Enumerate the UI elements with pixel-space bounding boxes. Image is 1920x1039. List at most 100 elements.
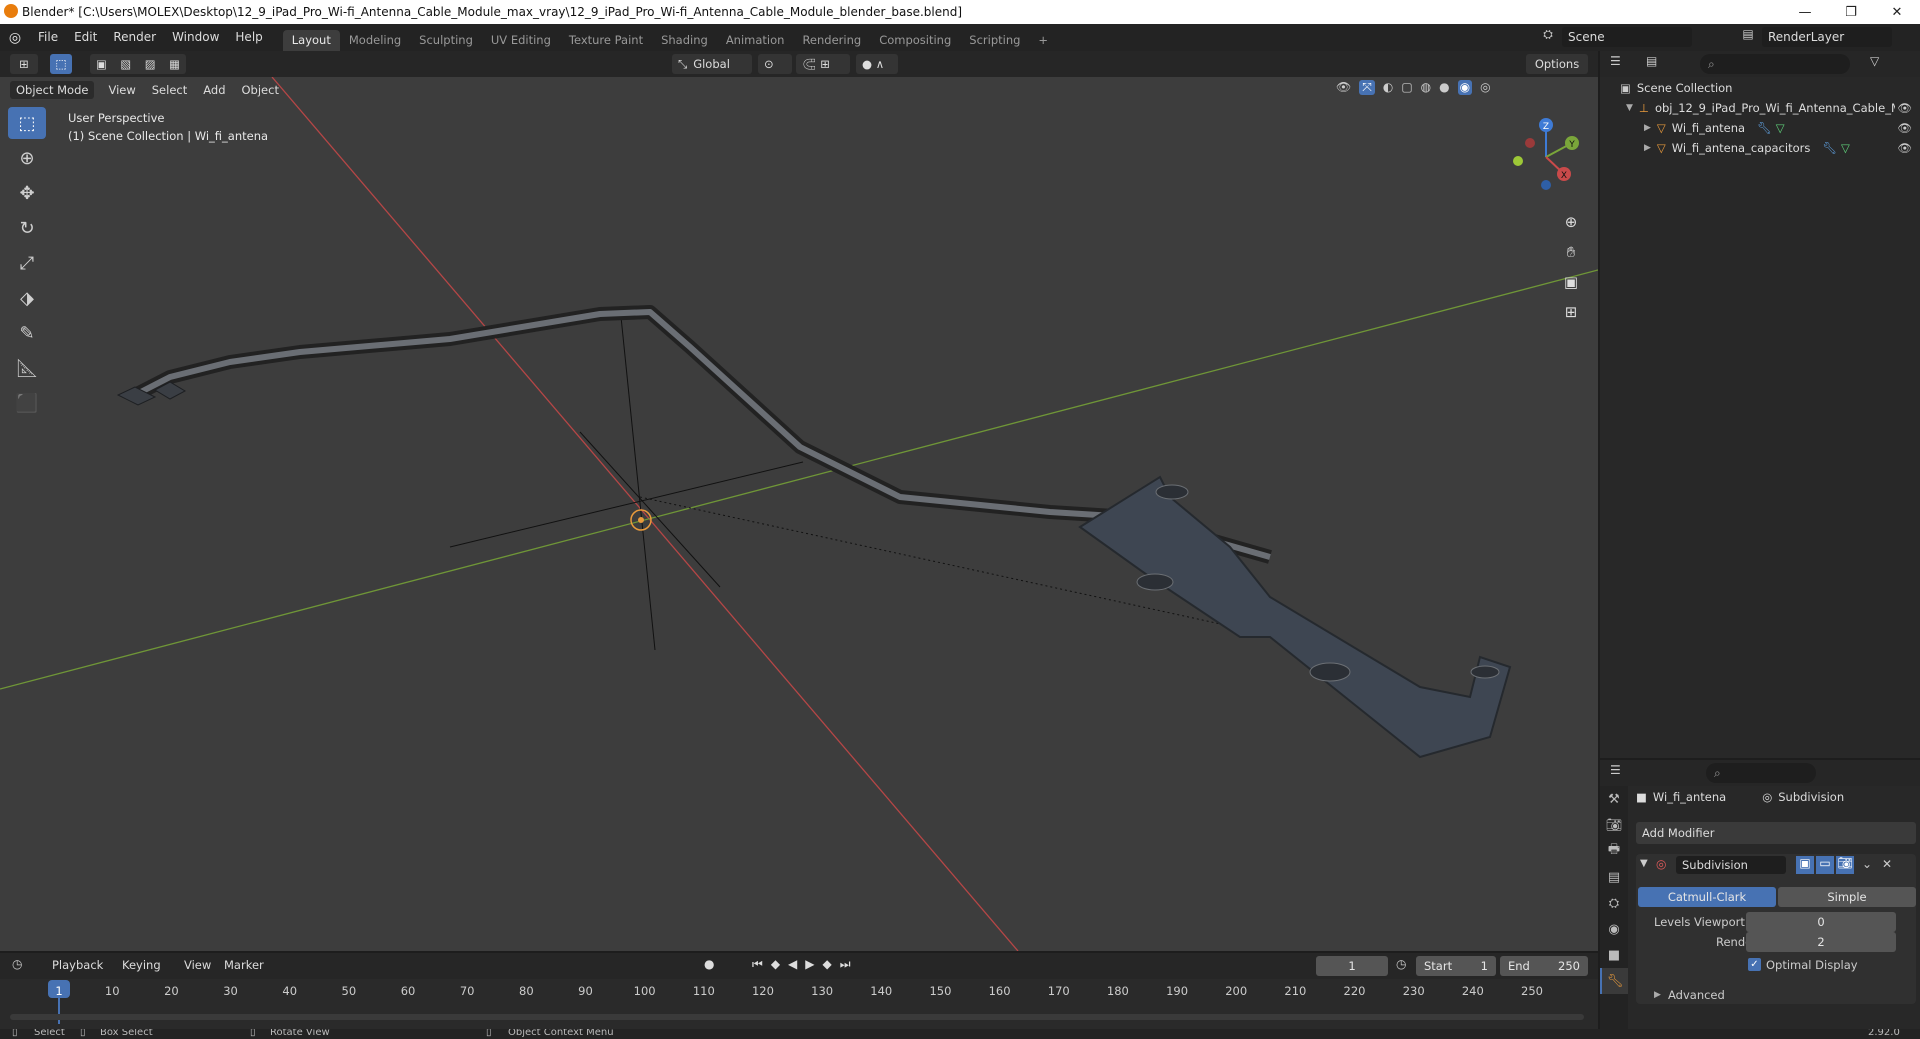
viewport-menu-object[interactable]: Object <box>242 83 279 97</box>
scene-tab-icon[interactable]: ⛭ <box>1600 890 1628 916</box>
display-mode-icon[interactable]: ▤ <box>1646 54 1657 68</box>
outliner-search-input[interactable]: ⌕ <box>1700 54 1850 74</box>
world-tab-icon[interactable]: ◉ <box>1600 916 1628 942</box>
tab-scripting[interactable]: Scripting <box>960 30 1029 51</box>
add-modifier-dropdown[interactable]: Add Modifier <box>1636 822 1916 844</box>
overlay-toggle-icon[interactable]: ◐ <box>1383 80 1393 95</box>
modifier-menu-icon[interactable]: ⌄ <box>1862 857 1872 871</box>
eye-icon[interactable]: 👁︎ <box>1897 121 1912 135</box>
add-cube-icon[interactable]: ⬛ <box>8 387 46 419</box>
current-frame-field[interactable]: 1 <box>1316 956 1388 976</box>
outliner-row-object[interactable]: ▶ ▽ Wi_fi_antena 🔧︎ ▽ 👁︎ <box>1600 118 1920 138</box>
minimize-button[interactable]: — <box>1782 0 1828 24</box>
clock-icon[interactable]: ◷ <box>1396 957 1406 971</box>
render-toggle-icon[interactable]: 📷︎ <box>1836 856 1854 874</box>
wireframe-shading-icon[interactable]: ◍ <box>1421 80 1431 95</box>
measure-icon[interactable]: 📐︎ <box>8 352 46 384</box>
modifier-tab-icon[interactable]: 🔧︎ <box>1600 968 1628 994</box>
menu-edit[interactable]: Edit <box>66 24 105 51</box>
jump-end-icon[interactable]: ⏭ <box>840 957 851 972</box>
material-shading-icon[interactable]: ◉ <box>1457 80 1473 95</box>
optimal-display-checkbox[interactable]: ✓ <box>1748 958 1761 971</box>
proportional-edit-toggle[interactable]: ● ∧ <box>856 54 898 74</box>
tab-shading[interactable]: Shading <box>652 30 717 51</box>
outliner-editor-icon[interactable]: ☰ <box>1610 54 1621 68</box>
object-mode-dropdown[interactable]: Object Mode <box>10 81 95 99</box>
timeline-menu-playback[interactable]: Playback <box>52 958 103 972</box>
editmode-toggle-icon[interactable]: ▣ <box>1796 856 1814 874</box>
end-frame-field[interactable]: End 250 <box>1500 956 1588 976</box>
blender-menu-icon[interactable]: ◎ <box>0 30 30 46</box>
play-reverse-icon[interactable]: ◀ <box>788 957 797 972</box>
catmull-clark-button[interactable]: Catmull-Clark <box>1638 887 1776 907</box>
viewport-menu-add[interactable]: Add <box>203 83 225 97</box>
levels-viewport-field[interactable]: 0 <box>1746 912 1896 932</box>
close-window-button[interactable]: ✕ <box>1874 0 1920 24</box>
tab-layout[interactable]: Layout <box>282 30 340 51</box>
editor-type-icon[interactable]: ⊞ <box>10 54 38 74</box>
menu-help[interactable]: Help <box>227 24 270 51</box>
expand-arrow-icon[interactable]: ▼ <box>1626 103 1633 113</box>
properties-search-input[interactable]: ⌕ <box>1706 763 1816 783</box>
scene-selector[interactable]: Scene <box>1562 27 1692 47</box>
rendered-shading-icon[interactable]: ◎ <box>1480 80 1490 95</box>
eye-icon[interactable]: 👁︎ <box>1897 141 1912 155</box>
timeline-menu-marker[interactable]: Marker <box>224 958 264 972</box>
tab-modeling[interactable]: Modeling <box>340 30 410 51</box>
pivot-dropdown[interactable]: ⊙ <box>758 54 792 74</box>
select-mode-icon[interactable]: ⬚ <box>50 54 72 74</box>
add-workspace-button[interactable]: + <box>1029 30 1057 51</box>
transform-icon[interactable]: ⬗ <box>8 282 46 314</box>
start-frame-field[interactable]: Start 1 <box>1416 956 1496 976</box>
options-dropdown[interactable]: Options <box>1526 54 1588 74</box>
select-box-icon[interactable]: ⬚ <box>8 107 46 139</box>
viewport-menu-view[interactable]: View <box>108 83 135 97</box>
record-icon[interactable]: ● <box>704 957 714 971</box>
menu-window[interactable]: Window <box>164 24 227 51</box>
advanced-expand-arrow-icon[interactable]: ▶ <box>1654 990 1661 1000</box>
renderlayer-selector[interactable]: RenderLayer <box>1762 27 1892 47</box>
orientation-dropdown[interactable]: ⤡ Global <box>672 54 752 74</box>
timeline-menu-keying[interactable]: Keying <box>122 958 161 972</box>
menu-file[interactable]: File <box>30 24 66 51</box>
selection-mode-group[interactable]: ▣ ▧ ▨ ▦ <box>90 54 186 74</box>
filter-icon[interactable]: ▽ <box>1870 54 1879 68</box>
navigation-gizmo[interactable]: Z Y X <box>1506 117 1586 197</box>
tab-uv-editing[interactable]: UV Editing <box>482 30 560 51</box>
view-layer-tab-icon[interactable]: ▤ <box>1600 864 1628 890</box>
rotate-icon[interactable]: ↻ <box>8 212 46 244</box>
tab-animation[interactable]: Animation <box>717 30 794 51</box>
3d-viewport[interactable]: User Perspective (1) Scene Collection | … <box>0 77 1598 951</box>
timeline-menu-view[interactable]: View <box>184 958 211 972</box>
camera-icon[interactable]: ▣ <box>1556 267 1586 297</box>
properties-editor-icon[interactable]: ☰ <box>1610 763 1621 777</box>
expand-arrow-icon[interactable]: ▶ <box>1644 123 1651 133</box>
eye-icon[interactable]: 👁︎ <box>1897 101 1912 115</box>
zoom-icon[interactable]: ⊕ <box>1556 207 1586 237</box>
next-keyframe-icon[interactable]: ◆ <box>823 957 832 972</box>
expand-arrow-icon[interactable]: ▶ <box>1644 143 1651 153</box>
tab-compositing[interactable]: Compositing <box>870 30 960 51</box>
jump-start-icon[interactable]: ⏮ <box>752 957 763 972</box>
menu-render[interactable]: Render <box>105 24 164 51</box>
tab-rendering[interactable]: Rendering <box>793 30 870 51</box>
advanced-section-label[interactable]: Advanced <box>1668 988 1725 1002</box>
play-icon[interactable]: ▶ <box>805 957 814 972</box>
move-icon[interactable]: ✥ <box>8 177 46 209</box>
snap-toggle[interactable]: 🧲︎ ⊞ <box>796 54 850 74</box>
viewport-menu-select[interactable]: Select <box>152 83 187 97</box>
renderlayer-icon[interactable]: ▤ <box>1736 27 1760 47</box>
restore-button[interactable]: ❐ <box>1828 0 1874 24</box>
outliner-row-collection[interactable]: ▼ ⊥ obj_12_9_iPad_Pro_Wi_fi_Antenna_Cabl… <box>1600 98 1920 118</box>
object-tab-icon[interactable]: ■ <box>1600 942 1628 968</box>
annotate-icon[interactable]: ✎ <box>8 317 46 349</box>
pan-hand-icon[interactable]: ✋︎ <box>1556 237 1586 267</box>
prev-keyframe-icon[interactable]: ◆ <box>771 957 780 972</box>
timeline-editor-icon[interactable]: ◷ <box>12 957 22 971</box>
outliner-row-object[interactable]: ▶ ▽ Wi_fi_antena_capacitors 🔧︎ ▽ 👁︎ <box>1600 138 1920 158</box>
tool-tab-icon[interactable]: ⚒ <box>1600 786 1628 812</box>
timeline-scrollbar[interactable] <box>10 1014 1584 1020</box>
solid-shading-icon[interactable]: ● <box>1439 80 1449 95</box>
viewport-toggle-icon[interactable]: ▭ <box>1816 856 1834 874</box>
outliner-row-scene-collection[interactable]: ▣ Scene Collection <box>1600 78 1920 98</box>
